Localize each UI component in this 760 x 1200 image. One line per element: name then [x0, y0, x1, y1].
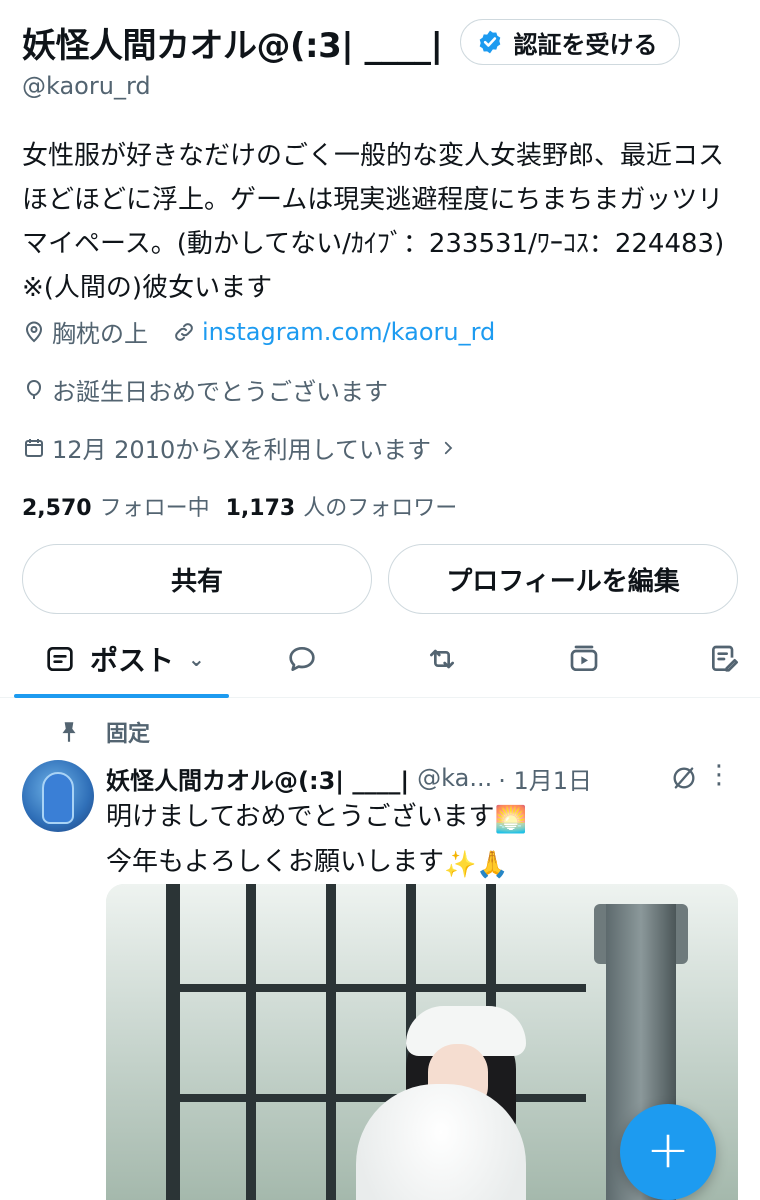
tab-posts-label: ポスト [90, 644, 175, 677]
website-link[interactable]: instagram.com/kaoru_rd [202, 318, 495, 346]
follow-stats: 2,570 フォロー中 1,173 人のフォロワー [22, 490, 473, 522]
followers-stat[interactable]: 1,173 人のフォロワー [226, 490, 458, 522]
followers-label: 人のフォロワー [303, 496, 458, 521]
replies-icon [289, 647, 315, 671]
reposts-icon [430, 649, 454, 669]
verified-badge-icon [480, 30, 501, 54]
media-icon [570, 645, 598, 671]
followers-count: 1,173 [225, 496, 296, 521]
window-transom [166, 984, 586, 992]
location-text: 胸枕の上 [52, 320, 148, 348]
post-author-name[interactable]: 妖怪人間カオル@(:3| ____| [106, 761, 409, 796]
tab-media[interactable] [568, 620, 600, 698]
more-options-icon[interactable]: ⋮ [706, 760, 732, 790]
profile-tabs: ポスト ⌄ [0, 620, 760, 698]
profile-meta-links: 胸枕の上 instagram.com/kaoru_rd [22, 314, 519, 349]
following-count: 2,570 [22, 496, 92, 521]
chevron-right-icon [444, 441, 453, 454]
tab-replies[interactable] [286, 620, 318, 698]
articles-icon [712, 645, 738, 672]
post-time[interactable]: · 1月1日 [498, 761, 592, 796]
post-text-line1: 明けましておめでとうございます [106, 802, 495, 832]
tab-articles[interactable] [708, 620, 740, 698]
calendar-icon [25, 438, 43, 457]
chevron-down-icon: ⌄ [188, 647, 205, 671]
pin-icon [62, 722, 76, 742]
tab-reposts[interactable] [426, 620, 458, 698]
compose-post-button[interactable]: + [620, 1104, 716, 1200]
sunrise-emoji: 🌅 [494, 805, 527, 835]
following-label: フォロー中 [99, 496, 210, 521]
birthday-text: お誕生日おめでとうございます [52, 378, 388, 406]
location: 胸枕の上 [22, 314, 148, 349]
balloon-icon [27, 379, 41, 399]
pinned-indicator: 固定 [56, 716, 150, 748]
profile-header: 妖怪人間カオル@(:3| ____| 認証を受ける [22, 16, 740, 68]
active-tab-indicator [14, 694, 229, 698]
avatar[interactable] [22, 760, 94, 832]
window-transom [166, 1094, 586, 1102]
profile-actions: 共有 プロフィールを編集 [22, 544, 738, 614]
website[interactable]: instagram.com/kaoru_rd [172, 318, 495, 346]
grok-icon[interactable] [670, 764, 698, 792]
window-mullion [246, 884, 256, 1200]
following-stat[interactable]: 2,570 フォロー中 [22, 490, 210, 522]
link-icon [175, 322, 193, 341]
display-name: 妖怪人間カオル@(:3| ____| [22, 25, 443, 66]
joined-row[interactable]: 12月 2010からXを利用しています [22, 430, 463, 465]
post-text: 明けましておめでとうございます🌅 今年もよろしくお願いします✨🙏 [106, 796, 527, 886]
posts-icon [47, 647, 73, 671]
pray-emoji: 🙏 [476, 850, 509, 880]
share-button[interactable]: 共有 [22, 544, 372, 614]
sparkles-emoji: ✨ [444, 850, 477, 880]
profile-bio: 女性服が好きなだけのごく一般的な変人女装野郎、最近コス ほどほどに浮上。ゲームは… [22, 141, 725, 303]
joined-text: 12月 2010からXを利用しています [52, 436, 431, 464]
window-mullion [326, 884, 336, 1200]
pinned-label: 固定 [106, 722, 151, 747]
profile-handle: @kaoru_rd [22, 72, 151, 100]
get-verified-button[interactable]: 認証を受ける [460, 19, 681, 65]
post-header: 妖怪人間カオル@(:3| ____| @ka... · 1月1日 ⋮ [106, 760, 740, 796]
avatar-figure [42, 772, 74, 824]
post-author-handle[interactable]: @ka... [417, 764, 492, 792]
plus-icon: + [646, 1120, 690, 1180]
location-pin-icon [25, 321, 43, 342]
edit-profile-button[interactable]: プロフィールを編集 [388, 544, 738, 614]
post-text-line2: 今年もよろしくお願いします [106, 847, 445, 877]
get-verified-label: 認証を受ける [513, 30, 658, 59]
tab-posts[interactable]: ポスト ⌄ [14, 620, 229, 698]
birthday-row: お誕生日おめでとうございます [22, 372, 388, 407]
